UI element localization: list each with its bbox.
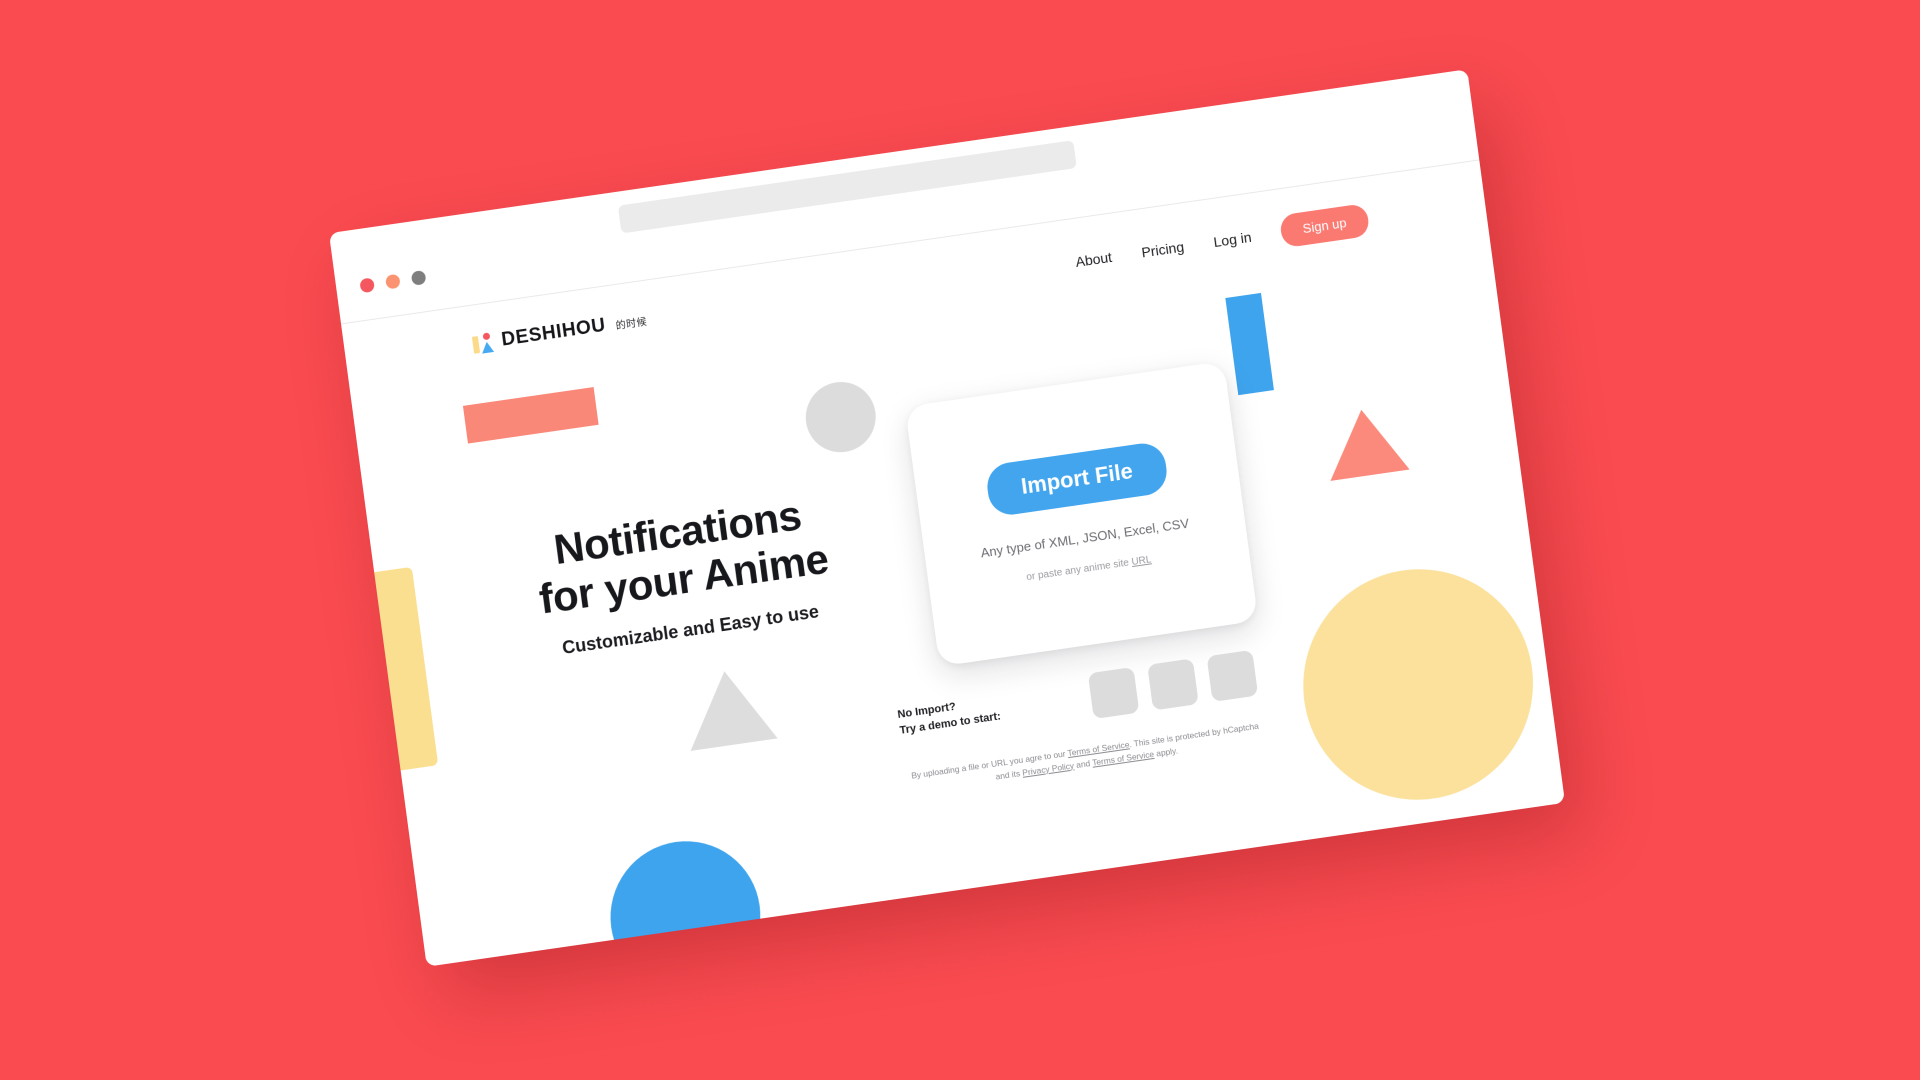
minimize-window-icon[interactable]	[385, 273, 401, 290]
decor-coral-triangle	[1321, 404, 1410, 481]
import-formats-text: Any type of XML, JSON, Excel, CSV	[979, 515, 1190, 561]
scene: DESHIHOU 的时候 About Pricing Log in Sign u…	[0, 0, 1920, 1080]
nav-links: About Pricing Log in Sign up	[1073, 203, 1371, 278]
window-controls	[359, 269, 427, 294]
demo-thumb-1[interactable]	[1087, 666, 1140, 720]
demo-thumb-2[interactable]	[1147, 658, 1199, 711]
nav-link-pricing[interactable]: Pricing	[1140, 238, 1184, 260]
logo-mark-icon	[471, 332, 496, 355]
legal-text-3: and	[1073, 757, 1093, 770]
decor-yellow-bar	[374, 566, 439, 771]
hero-section: Notifications for your Anime Customizabl…	[467, 479, 900, 671]
decor-yellow-circle	[1289, 554, 1548, 815]
logo[interactable]: DESHIHOU 的时候	[471, 309, 649, 356]
nav-link-about[interactable]: About	[1075, 248, 1113, 269]
decor-blue-rectangle	[1225, 292, 1274, 396]
decor-grey-triangle	[680, 665, 778, 751]
demo-prompt: No Import? Try a demo to start:	[897, 694, 1002, 740]
logo-wordmark: DESHIHOU	[500, 314, 608, 351]
url-input[interactable]	[617, 140, 1077, 234]
decor-blue-circle	[601, 831, 770, 967]
close-window-icon[interactable]	[359, 277, 376, 294]
maximize-window-icon[interactable]	[410, 269, 427, 286]
nav-link-login[interactable]: Log in	[1212, 228, 1252, 249]
browser-window: DESHIHOU 的时候 About Pricing Log in Sign u…	[328, 69, 1566, 967]
legal-text-4: apply.	[1153, 745, 1179, 759]
import-file-button[interactable]: Import File	[984, 440, 1170, 518]
decor-coral-rectangle	[462, 387, 599, 444]
logo-subtext-cn: 的时候	[615, 316, 648, 332]
import-paste-prefix: or paste any anime site	[1025, 557, 1133, 584]
decor-grey-circle	[801, 377, 881, 457]
browser-frame: DESHIHOU 的时候 About Pricing Log in Sign u…	[328, 69, 1566, 967]
demo-thumbnails	[1087, 649, 1259, 720]
import-card: Import File Any type of XML, JSON, Excel…	[904, 360, 1259, 667]
signup-button[interactable]: Sign up	[1278, 203, 1371, 249]
import-paste-hint: or paste any anime site URL	[1026, 554, 1152, 583]
demo-thumb-3[interactable]	[1206, 649, 1259, 702]
import-url-link[interactable]: URL	[1131, 554, 1152, 568]
